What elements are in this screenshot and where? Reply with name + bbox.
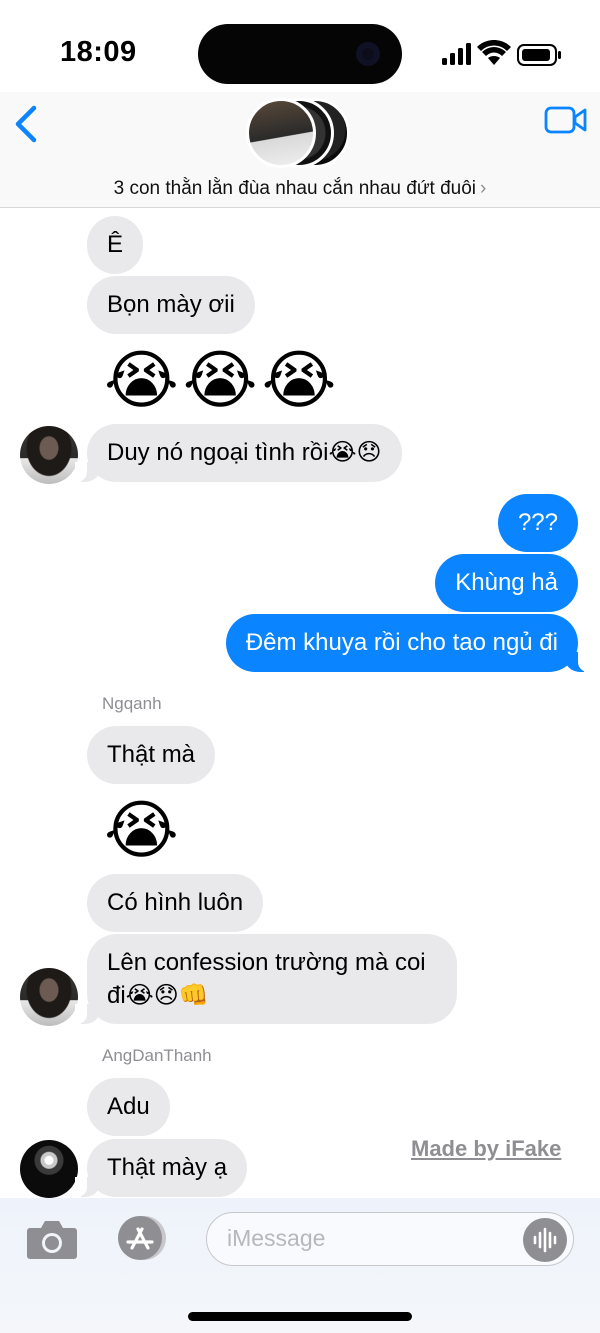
back-chevron-icon — [15, 105, 37, 143]
dynamic-island — [198, 24, 402, 84]
message-bubble-incoming[interactable]: Thật mà — [87, 726, 216, 784]
video-call-icon — [544, 106, 587, 134]
sender-avatar[interactable] — [20, 1140, 78, 1198]
wifi-icon — [477, 39, 511, 65]
message-bubble-incoming[interactable]: Duy nó ngoại tình rồi😭😞 — [75, 424, 402, 482]
sender-name: AngDanThanh — [102, 1046, 212, 1065]
camera-icon — [27, 1221, 77, 1259]
group-name[interactable]: 3 con thằn lằn đùa nhau cắn nhau đứt đuô… — [0, 178, 600, 200]
sender-name: Ngqanh — [102, 694, 162, 713]
message-bubble-outgoing[interactable]: ??? — [497, 494, 578, 552]
conversation-header: 3 con thằn lằn đùa nhau cắn nhau đứt đuô… — [0, 92, 600, 208]
message-input[interactable]: iMessage — [206, 1212, 574, 1266]
sender-avatar[interactable] — [20, 426, 78, 484]
group-name-label: 3 con thằn lằn đùa nhau cắn nhau đứt đuô… — [113, 178, 477, 199]
message-bubble-outgoing[interactable]: Đêm khuya rồi cho tao ngủ đi — [225, 614, 591, 672]
audio-waveform-icon — [533, 1227, 557, 1253]
watermark: Made by iFake — [411, 1136, 562, 1161]
status-time: 18:09 — [60, 36, 137, 68]
message-bubble-outgoing[interactable]: Khùng hả — [435, 554, 578, 612]
message-bubble-incoming[interactable]: Lên confession trường mà coi đi😭😞👊 — [75, 934, 457, 1024]
video-call-button[interactable] — [544, 104, 588, 136]
voice-memo-button[interactable] — [523, 1218, 567, 1262]
emoji-message[interactable]: 😭😭😭 — [104, 342, 340, 418]
chevron-right-icon: › — [480, 178, 487, 199]
back-button[interactable] — [10, 102, 46, 146]
message-bubble-incoming[interactable]: Bọn mày ơii — [87, 276, 255, 334]
home-indicator — [188, 1312, 412, 1321]
message-bubble-incoming[interactable]: Có hình luôn — [87, 874, 264, 932]
battery-icon — [517, 44, 561, 66]
camera-dot-icon — [356, 42, 380, 66]
status-icons — [440, 39, 565, 70]
app-store-button[interactable] — [112, 1214, 172, 1262]
cellular-signal-icon — [442, 43, 471, 65]
sender-avatar[interactable] — [20, 968, 78, 1026]
camera-button[interactable] — [26, 1218, 78, 1260]
message-bubble-incoming[interactable]: Adu — [87, 1078, 170, 1136]
group-avatar[interactable] — [246, 98, 356, 170]
app-store-icon — [118, 1216, 166, 1260]
member-avatar — [246, 98, 316, 168]
message-bubble-incoming[interactable]: Ê — [87, 216, 144, 274]
emoji-message[interactable]: 😭 — [104, 792, 183, 868]
message-bubble-incoming[interactable]: Thật mày ạ — [74, 1139, 248, 1197]
